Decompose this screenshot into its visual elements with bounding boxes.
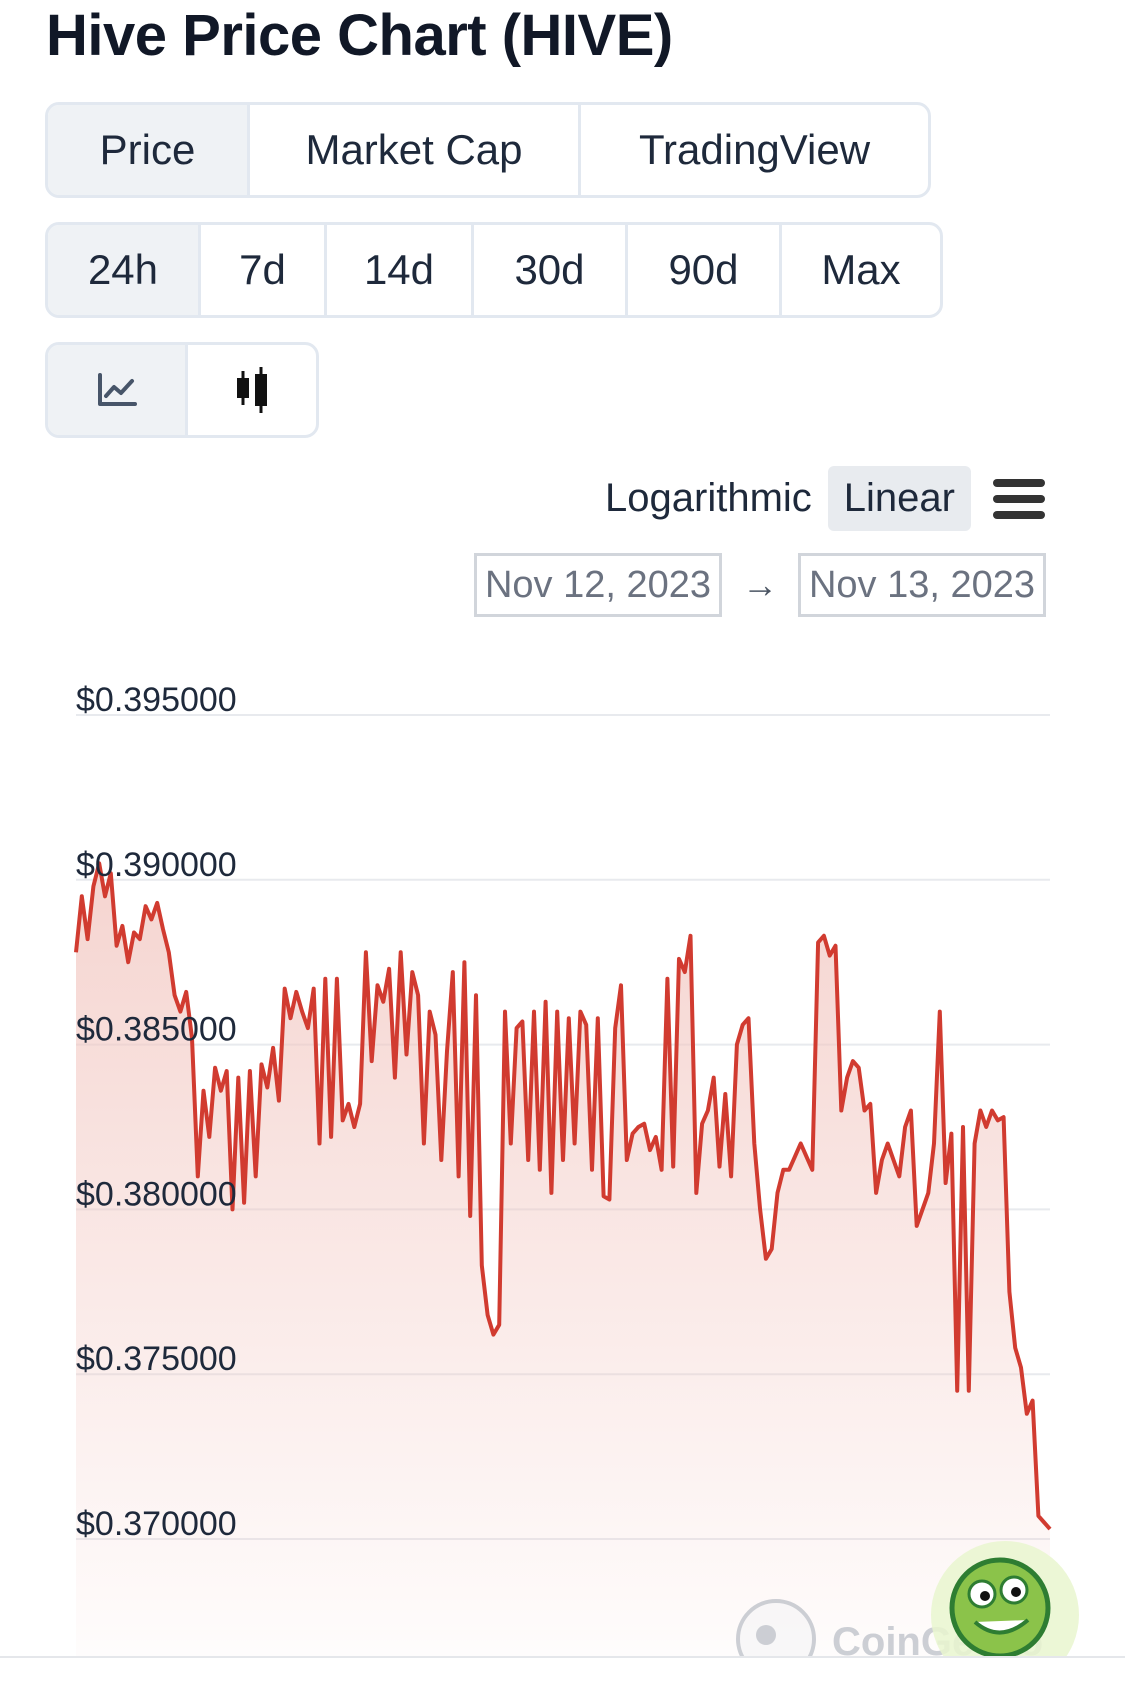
range-24h[interactable]: 24h bbox=[48, 225, 201, 315]
arrow-right-icon: → bbox=[742, 564, 778, 605]
y-tick-label: $0.385000 bbox=[76, 1011, 237, 1049]
hamburger-menu-icon[interactable] bbox=[993, 478, 1045, 519]
y-tick-label: $0.375000 bbox=[76, 1340, 237, 1378]
chart-style-tabs bbox=[45, 342, 319, 438]
tab-market-cap[interactable]: Market Cap bbox=[250, 105, 581, 195]
candlestick-button[interactable] bbox=[188, 345, 316, 435]
bottom-bar bbox=[0, 1656, 1125, 1689]
y-tick-label: $0.390000 bbox=[76, 846, 237, 884]
date-to-input[interactable]: Nov 13, 2023 bbox=[798, 553, 1046, 617]
page-title: Hive Price Chart (HIVE) bbox=[46, 3, 673, 68]
time-range-tabs: 24h 7d 14d 30d 90d Max bbox=[45, 222, 943, 318]
range-90d[interactable]: 90d bbox=[628, 225, 782, 315]
linear-option[interactable]: Linear bbox=[827, 466, 971, 531]
range-30d[interactable]: 30d bbox=[474, 225, 628, 315]
y-tick-label: $0.395000 bbox=[76, 681, 237, 719]
date-range: Nov 12, 2023 → Nov 13, 2023 bbox=[474, 553, 1046, 617]
date-from-input[interactable]: Nov 12, 2023 bbox=[474, 553, 722, 617]
range-max[interactable]: Max bbox=[782, 225, 940, 315]
line-chart-icon bbox=[97, 373, 137, 406]
range-14d[interactable]: 14d bbox=[327, 225, 474, 315]
chart-type-tabs: Price Market Cap TradingView bbox=[45, 102, 931, 198]
tab-price[interactable]: Price bbox=[48, 105, 250, 195]
line-chart-button[interactable] bbox=[48, 345, 188, 435]
scale-toggle: Logarithmic Linear bbox=[589, 466, 1045, 531]
range-7d[interactable]: 7d bbox=[201, 225, 327, 315]
y-tick-label: $0.380000 bbox=[76, 1175, 237, 1213]
price-chart[interactable]: $0.395000 $0.390000 $0.385000 $0.380000 $0.3… bbox=[0, 640, 1125, 1656]
candlestick-icon bbox=[237, 367, 267, 413]
tab-tradingview[interactable]: TradingView bbox=[581, 105, 928, 195]
logarithmic-option[interactable]: Logarithmic bbox=[589, 466, 828, 531]
y-tick-label: $0.370000 bbox=[76, 1505, 237, 1543]
